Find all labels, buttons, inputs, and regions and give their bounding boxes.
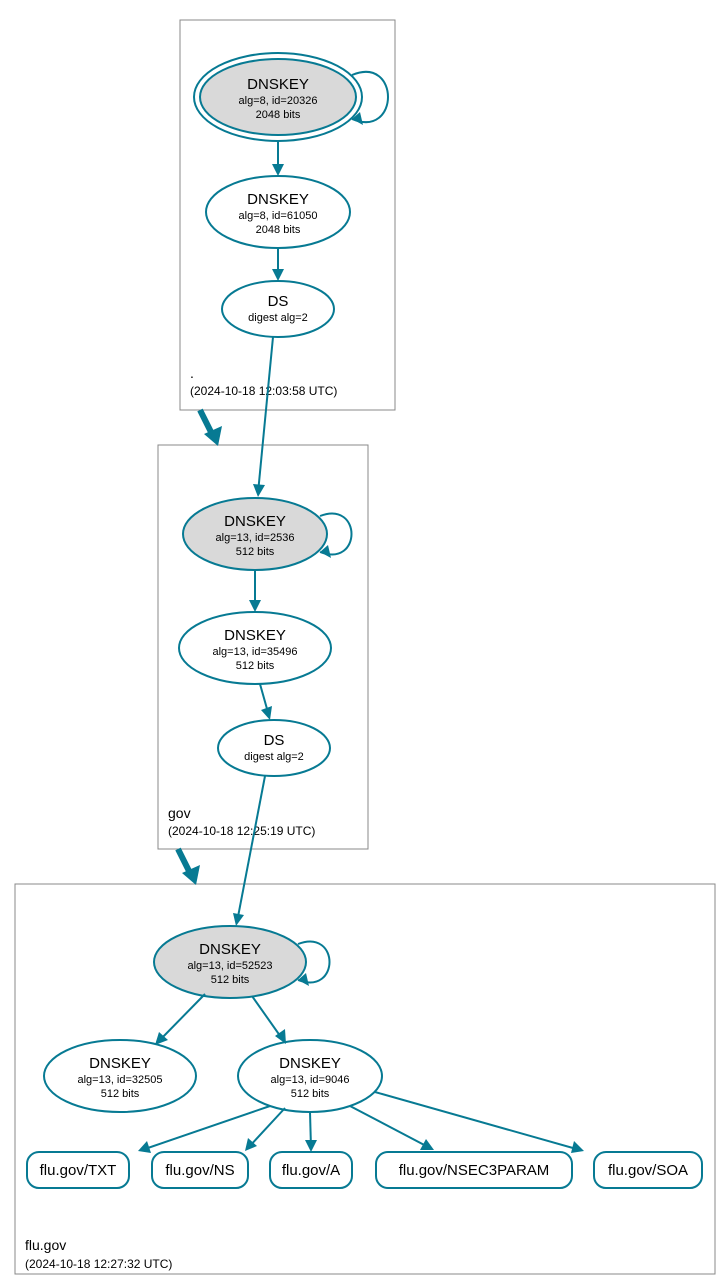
root-ds-title: DS [268, 293, 289, 310]
node-gov-ds: DS digest alg=2 [218, 720, 330, 776]
rr-soa-title: flu.gov/SOA [608, 1162, 688, 1179]
node-rr-txt: flu.gov/TXT [27, 1152, 129, 1188]
root-ksk-title: DNSKEY [247, 76, 309, 93]
rr-ns-title: flu.gov/NS [165, 1162, 234, 1179]
edge-flu-ksk-to-zsk-a [158, 994, 205, 1042]
gov-ds-title: DS [264, 732, 285, 749]
node-flu-zsk-a: DNSKEY alg=13, id=32505 512 bits [44, 1040, 196, 1112]
arrow-root-ksk-self [352, 112, 363, 125]
dnssec-trust-diagram: . (2024-10-18 12:03:58 UTC) gov (2024-10… [0, 0, 728, 1278]
root-zsk-line2: 2048 bits [256, 224, 301, 236]
flu-ksk-line2: 512 bits [211, 974, 250, 986]
root-zsk-title: DNSKEY [247, 191, 309, 208]
root-zsk-line1: alg=8, id=61050 [239, 210, 318, 222]
node-rr-a: flu.gov/A [270, 1152, 352, 1188]
node-root-ksk: DNSKEY alg=8, id=20326 2048 bits [194, 53, 362, 141]
root-ksk-line1: alg=8, id=20326 [239, 95, 318, 107]
rr-txt-title: flu.gov/TXT [40, 1162, 117, 1179]
rr-a-title: flu.gov/A [282, 1162, 340, 1179]
gov-ds-line1: digest alg=2 [244, 751, 304, 763]
edge-zsk-b-to-soa [375, 1092, 580, 1150]
gov-zsk-line2: 512 bits [236, 660, 275, 672]
edge-zsk-b-to-ns [248, 1108, 285, 1148]
node-rr-soa: flu.gov/SOA [594, 1152, 702, 1188]
node-rr-ns: flu.gov/NS [152, 1152, 248, 1188]
gov-ksk-title: DNSKEY [224, 513, 286, 530]
node-rr-nsec3: flu.gov/NSEC3PARAM [376, 1152, 572, 1188]
edge-root-ds-to-gov-ksk [258, 337, 273, 493]
zone-arrow-gov-flu [178, 849, 190, 873]
node-gov-ksk: DNSKEY alg=13, id=2536 512 bits [183, 498, 327, 570]
node-root-ds: DS digest alg=2 [222, 281, 334, 337]
flu-zsk-a-line1: alg=13, id=32505 [77, 1074, 162, 1086]
flu-ksk-line1: alg=13, id=52523 [187, 960, 272, 972]
zone-name-gov: gov [168, 805, 191, 821]
edge-zsk-b-to-nsec3 [350, 1106, 430, 1148]
node-gov-zsk: DNSKEY alg=13, id=35496 512 bits [179, 612, 331, 684]
flu-zsk-b-line2: 512 bits [291, 1088, 330, 1100]
gov-ksk-line1: alg=13, id=2536 [216, 532, 295, 544]
flu-zsk-b-title: DNSKEY [279, 1055, 341, 1072]
node-flu-zsk-b: DNSKEY alg=13, id=9046 512 bits [238, 1040, 382, 1112]
rr-nsec3-title: flu.gov/NSEC3PARAM [399, 1162, 550, 1179]
root-ksk-line2: 2048 bits [256, 109, 301, 121]
node-root-zsk: DNSKEY alg=8, id=61050 2048 bits [206, 176, 350, 248]
zone-arrow-root-gov [200, 410, 212, 434]
gov-ksk-line2: 512 bits [236, 546, 275, 558]
zone-ts-root: (2024-10-18 12:03:58 UTC) [190, 384, 337, 398]
zone-ts-flu: (2024-10-18 12:27:32 UTC) [25, 1257, 172, 1271]
gov-zsk-line1: alg=13, id=35496 [212, 646, 297, 658]
flu-ksk-title: DNSKEY [199, 941, 261, 958]
flu-zsk-b-line1: alg=13, id=9046 [271, 1074, 350, 1086]
zone-ts-gov: (2024-10-18 12:25:19 UTC) [168, 824, 315, 838]
flu-zsk-a-title: DNSKEY [89, 1055, 151, 1072]
zone-name-flu: flu.gov [25, 1237, 66, 1253]
gov-zsk-title: DNSKEY [224, 627, 286, 644]
node-flu-ksk: DNSKEY alg=13, id=52523 512 bits [154, 926, 306, 998]
zone-name-root: . [190, 365, 194, 381]
root-ds-line1: digest alg=2 [248, 312, 308, 324]
flu-zsk-a-line2: 512 bits [101, 1088, 140, 1100]
edge-flu-ksk-to-zsk-b [252, 996, 283, 1040]
